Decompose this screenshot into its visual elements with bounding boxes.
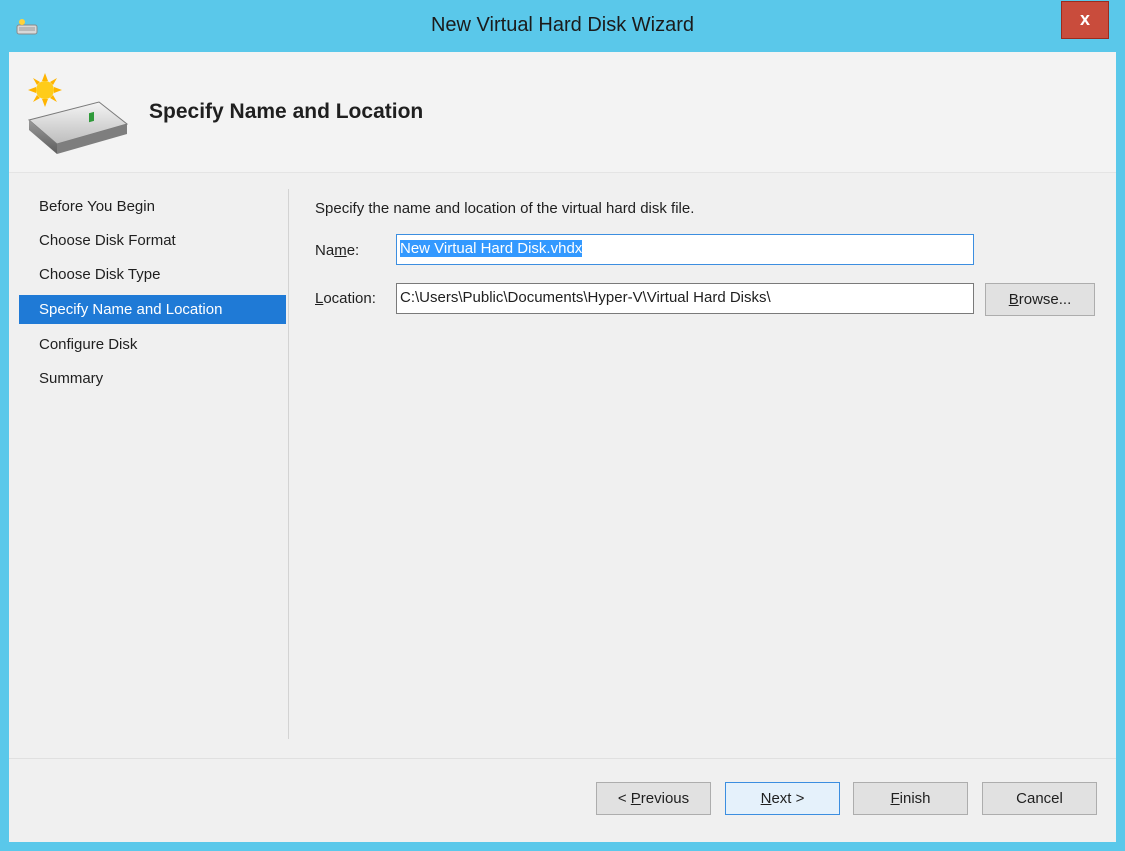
- finish-accelerator: F: [890, 790, 900, 807]
- name-label-accelerator: m: [334, 242, 347, 259]
- previous-button[interactable]: < Previous: [596, 782, 711, 815]
- wizard-window: New Virtual Hard Disk Wizard x Specify N…: [0, 0, 1125, 851]
- finish-label: inish: [899, 790, 931, 807]
- next-label: ext >: [771, 790, 805, 807]
- title-bar[interactable]: New Virtual Hard Disk Wizard x: [0, 0, 1125, 52]
- location-input-value: C:\Users\Public\Documents\Hyper-V\Virtua…: [400, 289, 771, 306]
- nav-divider: [288, 189, 289, 739]
- footer-divider: [9, 758, 1116, 759]
- nav-item-summary[interactable]: Summary: [19, 364, 286, 393]
- nav-item-choose-disk-type[interactable]: Choose Disk Type: [19, 260, 286, 289]
- close-button[interactable]: x: [1061, 1, 1109, 39]
- location-label: Location:: [315, 290, 376, 307]
- browse-label: rowse...: [1018, 291, 1072, 308]
- nav-item-configure-disk[interactable]: Configure Disk: [19, 330, 286, 359]
- previous-label: revious: [640, 790, 690, 807]
- name-input-value: New Virtual Hard Disk.vhdx: [400, 240, 583, 257]
- wizard-header: Specify Name and Location: [9, 52, 1116, 173]
- wizard-steps-nav: Before You Begin Choose Disk Format Choo…: [19, 192, 286, 762]
- name-label-text: Na: [315, 242, 335, 259]
- next-accelerator: N: [760, 790, 772, 807]
- name-label-suffix: e:: [346, 242, 360, 259]
- hard-disk-new-icon: [27, 73, 129, 154]
- wizard-client-area: Specify Name and Location Before You Beg…: [9, 52, 1116, 842]
- nav-item-specify-name-and-location[interactable]: Specify Name and Location: [19, 295, 286, 324]
- window-title: New Virtual Hard Disk Wizard: [430, 14, 695, 36]
- page-description: Specify the name and location of the vir…: [315, 200, 695, 217]
- close-icon: x: [1079, 9, 1090, 29]
- previous-accelerator: P: [630, 790, 641, 807]
- content-pane: Specify the name and location of the vir…: [304, 192, 1104, 762]
- nav-item-choose-disk-format[interactable]: Choose Disk Format: [19, 226, 286, 255]
- browse-button[interactable]: Browse...: [985, 283, 1095, 316]
- next-button[interactable]: Next >: [725, 782, 840, 815]
- page-title: Specify Name and Location: [149, 100, 424, 123]
- cancel-button[interactable]: Cancel: [982, 782, 1097, 815]
- nav-item-before-you-begin[interactable]: Before You Begin: [19, 192, 286, 221]
- name-label: Name:: [315, 242, 359, 259]
- previous-prefix: <: [617, 790, 631, 807]
- location-label-text: ocation:: [323, 290, 376, 307]
- name-input[interactable]: New Virtual Hard Disk.vhdx: [396, 234, 974, 265]
- finish-button[interactable]: Finish: [853, 782, 968, 815]
- location-input[interactable]: C:\Users\Public\Documents\Hyper-V\Virtua…: [396, 283, 974, 314]
- browse-accelerator: B: [1008, 291, 1019, 308]
